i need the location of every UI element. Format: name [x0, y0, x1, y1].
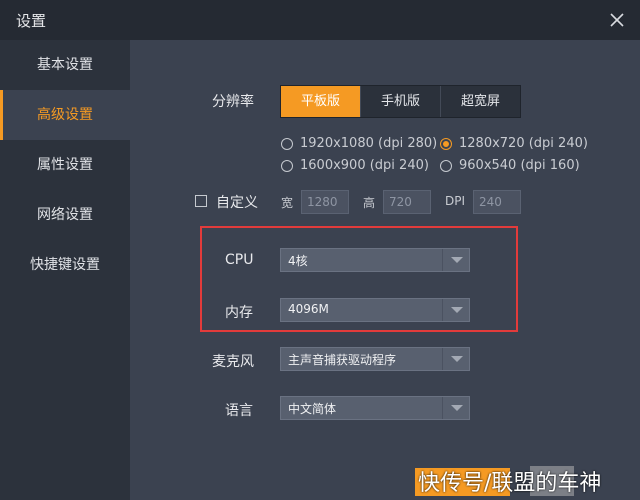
resolution-option-label: 960x540 (dpi 160): [459, 158, 580, 173]
sidebar-item-label: 快捷键设置: [30, 257, 100, 273]
dropdown-button: [442, 249, 469, 271]
width-field[interactable]: [301, 190, 349, 214]
resolution-option-label: 1920x1080 (dpi 280): [300, 136, 438, 151]
radio-button[interactable]: [281, 137, 293, 150]
sidebar: 基本设置 高级设置 属性设置 网络设置 快捷键设置: [0, 40, 130, 500]
close-icon[interactable]: [606, 9, 628, 31]
language-select[interactable]: 中文简体: [280, 396, 470, 420]
sidebar-item-label: 网络设置: [37, 207, 93, 223]
language-value: 中文简体: [288, 402, 337, 416]
sidebar-item-basic[interactable]: 基本设置: [0, 40, 130, 90]
sidebar-item-advanced[interactable]: 高级设置: [0, 90, 130, 140]
tab-phone[interactable]: 手机版: [361, 86, 441, 117]
tab-tablet[interactable]: 平板版: [281, 86, 361, 117]
title-bar: 设置: [0, 0, 640, 40]
sidebar-item-label: 高级设置: [37, 107, 93, 123]
resolution-mode-tabs: 平板版 手机版 超宽屏: [280, 85, 521, 118]
width-label: 宽: [281, 196, 294, 210]
dropdown-button: [442, 348, 469, 370]
radio-button[interactable]: [440, 159, 452, 172]
resolution-label: 分辨率: [212, 94, 254, 110]
chevron-down-icon: [451, 257, 463, 263]
microphone-select[interactable]: 主声音捕获驱动程序: [280, 347, 470, 371]
height-field[interactable]: [383, 190, 431, 214]
window-title: 设置: [16, 11, 47, 30]
cpu-label: CPU: [225, 252, 254, 268]
sidebar-item-label: 属性设置: [37, 157, 93, 173]
cpu-value: 4核: [288, 254, 308, 268]
dpi-label: DPI: [445, 194, 466, 208]
watermark-text: 快传号/联盟的车神: [418, 471, 602, 496]
chevron-down-icon: [451, 405, 463, 411]
resolution-option-1920[interactable]: 1920x1080 (dpi 280): [281, 136, 437, 151]
memory-value: 4096M: [288, 302, 329, 316]
sidebar-item-shortcuts[interactable]: 快捷键设置: [0, 240, 130, 290]
custom-resolution-checkbox[interactable]: [195, 195, 207, 207]
resolution-option-1280[interactable]: 1280x720 (dpi 240): [440, 136, 588, 151]
sidebar-item-network[interactable]: 网络设置: [0, 190, 130, 240]
resolution-option-label: 1280x720 (dpi 240): [459, 136, 588, 151]
chevron-down-icon: [451, 356, 463, 362]
dropdown-button: [442, 299, 469, 321]
language-label: 语言: [225, 403, 253, 419]
dropdown-button: [442, 397, 469, 419]
cpu-select[interactable]: 4核: [280, 248, 470, 272]
dpi-field[interactable]: [473, 190, 521, 214]
microphone-value: 主声音捕获驱动程序: [288, 353, 397, 367]
chevron-down-icon: [451, 307, 463, 313]
custom-label: 自定义: [216, 195, 258, 211]
tab-ultrawide[interactable]: 超宽屏: [441, 86, 520, 117]
sidebar-item-label: 基本设置: [37, 57, 93, 73]
memory-label: 内存: [225, 305, 253, 321]
settings-panel: 分辨率 平板版 手机版 超宽屏 1920x1080 (dpi 280) 1280…: [130, 40, 640, 500]
memory-select[interactable]: 4096M: [280, 298, 470, 322]
radio-button-selected[interactable]: [440, 137, 452, 150]
resolution-option-label: 1600x900 (dpi 240): [300, 158, 429, 173]
sidebar-item-properties[interactable]: 属性设置: [0, 140, 130, 190]
resolution-option-960[interactable]: 960x540 (dpi 160): [440, 158, 580, 173]
radio-button[interactable]: [281, 159, 293, 172]
resolution-option-1600[interactable]: 1600x900 (dpi 240): [281, 158, 429, 173]
height-label: 高: [363, 196, 376, 210]
microphone-label: 麦克风: [212, 354, 254, 370]
